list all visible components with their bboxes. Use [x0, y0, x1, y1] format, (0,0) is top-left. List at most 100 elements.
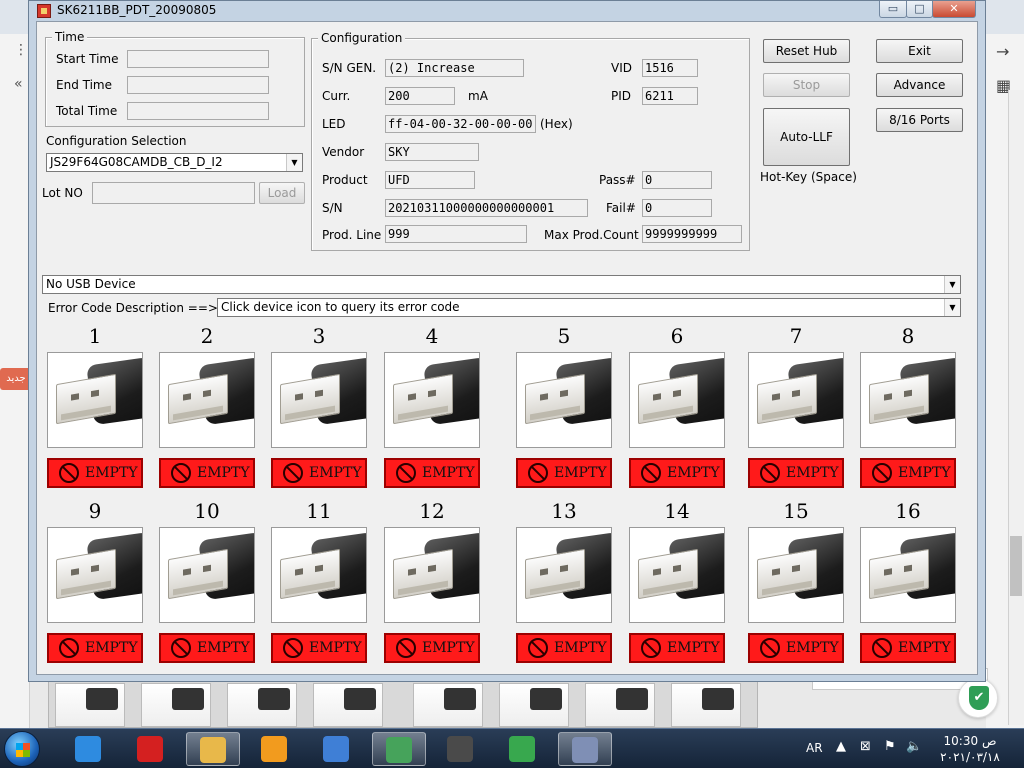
slot-status-badge[interactable]: EMPTY — [748, 458, 844, 488]
usb-device-icon[interactable] — [159, 352, 255, 448]
usb-device-dropdown[interactable]: No USB Device ▼ — [42, 275, 961, 294]
minimize-button[interactable]: ▭ — [879, 1, 907, 18]
load-button[interactable]: Load — [259, 182, 305, 204]
no-entry-icon — [283, 638, 303, 658]
usb-device-icon[interactable] — [384, 527, 480, 623]
auto-llf-button[interactable]: Auto-LLF — [763, 108, 850, 166]
slot-status-badge[interactable]: EMPTY — [516, 633, 612, 663]
taskbar-item[interactable] — [558, 732, 612, 766]
slot-number: 16 — [895, 499, 921, 523]
taskbar-item[interactable] — [434, 732, 488, 766]
clock-time: 10:30 ص — [943, 734, 997, 748]
shield-check-icon: ✔ — [969, 686, 989, 710]
usb-device-icon[interactable] — [748, 527, 844, 623]
advance-button[interactable]: Advance — [876, 73, 963, 97]
title-bar[interactable]: SK6211BB_PDT_20090805 ▭ □ ✕ — [29, 1, 985, 21]
clock-date: ٢٠٢١/٠٣/١٨ — [940, 750, 1000, 764]
client-area: Time Start Time End Time Total Time Conf… — [36, 21, 978, 675]
usb-device-icon[interactable] — [748, 352, 844, 448]
forward-arrow-icon[interactable]: → — [996, 42, 1009, 61]
usb-device-icon[interactable] — [629, 527, 725, 623]
usb-device-icon[interactable] — [47, 527, 143, 623]
vid-label: VID — [611, 61, 632, 75]
taskbar-item[interactable] — [62, 732, 116, 766]
usb-device-icon[interactable] — [629, 352, 725, 448]
capture-icon — [137, 736, 163, 762]
slot-status-label: EMPTY — [197, 640, 250, 656]
fail-label: Fail# — [606, 201, 636, 215]
taskbar-item[interactable] — [248, 732, 302, 766]
language-indicator[interactable]: AR — [806, 741, 823, 755]
slot-status-badge[interactable]: EMPTY — [47, 458, 143, 488]
slot-status-badge[interactable]: EMPTY — [159, 458, 255, 488]
pid-label: PID — [611, 89, 632, 103]
slot-status-badge[interactable]: EMPTY — [47, 633, 143, 663]
taskbar-item[interactable] — [496, 732, 550, 766]
taskbar-item[interactable] — [186, 732, 240, 766]
slot-number: 6 — [670, 324, 684, 348]
led-label: LED — [322, 117, 346, 131]
security-shield-badge[interactable]: ✔ — [958, 678, 998, 718]
slot-status-badge[interactable]: EMPTY — [516, 458, 612, 488]
slot-status-badge[interactable]: EMPTY — [860, 633, 956, 663]
no-entry-icon — [396, 463, 416, 483]
volume-icon[interactable]: 🔈 — [906, 739, 922, 754]
slot-status-badge[interactable]: EMPTY — [748, 633, 844, 663]
slot-status-badge[interactable]: EMPTY — [629, 633, 725, 663]
usb-thumb-icon — [413, 683, 483, 727]
usb-device-icon[interactable] — [860, 527, 956, 623]
total-time-field — [127, 102, 269, 120]
slot-status-badge[interactable]: EMPTY — [159, 633, 255, 663]
exit-button[interactable]: Exit — [876, 39, 963, 63]
network-icon[interactable]: ⊠ — [860, 739, 871, 754]
ports-button[interactable]: 8/16 Ports — [876, 108, 963, 132]
background-scrollbar-thumb[interactable] — [1010, 536, 1022, 596]
usb-device-icon[interactable] — [860, 352, 956, 448]
close-button[interactable]: ✕ — [932, 1, 976, 18]
stop-button[interactable]: Stop — [763, 73, 850, 97]
no-entry-icon — [872, 638, 892, 658]
taskbar-item[interactable] — [372, 732, 426, 766]
slot-status-badge[interactable]: EMPTY — [271, 633, 367, 663]
background-scrollbar[interactable] — [1008, 90, 1024, 725]
usb-device-icon[interactable] — [47, 352, 143, 448]
slot-status-badge[interactable]: EMPTY — [384, 458, 480, 488]
slot-status-badge[interactable]: EMPTY — [860, 458, 956, 488]
slot-status-badge[interactable]: EMPTY — [629, 458, 725, 488]
usb-device-icon[interactable] — [516, 527, 612, 623]
slot-number: 5 — [557, 324, 571, 348]
no-entry-icon — [760, 638, 780, 658]
config-selection-dropdown[interactable]: JS29F64G08CAMDB_CB_D_I2 ▼ — [46, 153, 303, 172]
error-code-dropdown[interactable]: Click device icon to query its error cod… — [217, 298, 961, 317]
usb-device-icon[interactable] — [271, 527, 367, 623]
pid-field: 6211 — [642, 87, 698, 105]
no-entry-icon — [641, 463, 661, 483]
action-center-icon[interactable]: ⚑ — [884, 739, 896, 754]
maximize-button[interactable]: □ — [906, 1, 933, 18]
end-time-field — [127, 76, 269, 94]
usb-device-icon[interactable] — [384, 352, 480, 448]
no-entry-icon — [760, 463, 780, 483]
slot-number: 3 — [312, 324, 326, 348]
slot-status-badge[interactable]: EMPTY — [271, 458, 367, 488]
tray-expand-icon[interactable]: ▲ — [836, 739, 846, 754]
taskbar-item[interactable] — [124, 732, 178, 766]
dropdown-arrow-icon[interactable]: ▼ — [944, 299, 960, 316]
led-field: ff-04-00-32-00-00-00 — [385, 115, 536, 133]
system-clock[interactable]: 10:30 ص ٢٠٢١/٠٣/١٨ — [934, 733, 1006, 765]
fail-field: 0 — [642, 199, 712, 217]
usb-device-icon[interactable] — [159, 527, 255, 623]
slot-status-badge[interactable]: EMPTY — [384, 633, 480, 663]
usb-device-icon[interactable] — [516, 352, 612, 448]
dropdown-arrow-icon[interactable]: ▼ — [944, 276, 960, 293]
start-button[interactable] — [4, 731, 40, 767]
no-entry-icon — [872, 463, 892, 483]
reset-hub-button[interactable]: Reset Hub — [763, 39, 850, 63]
taskbar-item[interactable] — [310, 732, 364, 766]
slot-number: 14 — [664, 499, 690, 523]
slot-status-label: EMPTY — [85, 640, 138, 656]
usb-device-icon[interactable] — [271, 352, 367, 448]
lot-no-input[interactable] — [92, 182, 255, 204]
vendor-label: Vendor — [322, 145, 365, 159]
dropdown-arrow-icon[interactable]: ▼ — [286, 154, 302, 171]
